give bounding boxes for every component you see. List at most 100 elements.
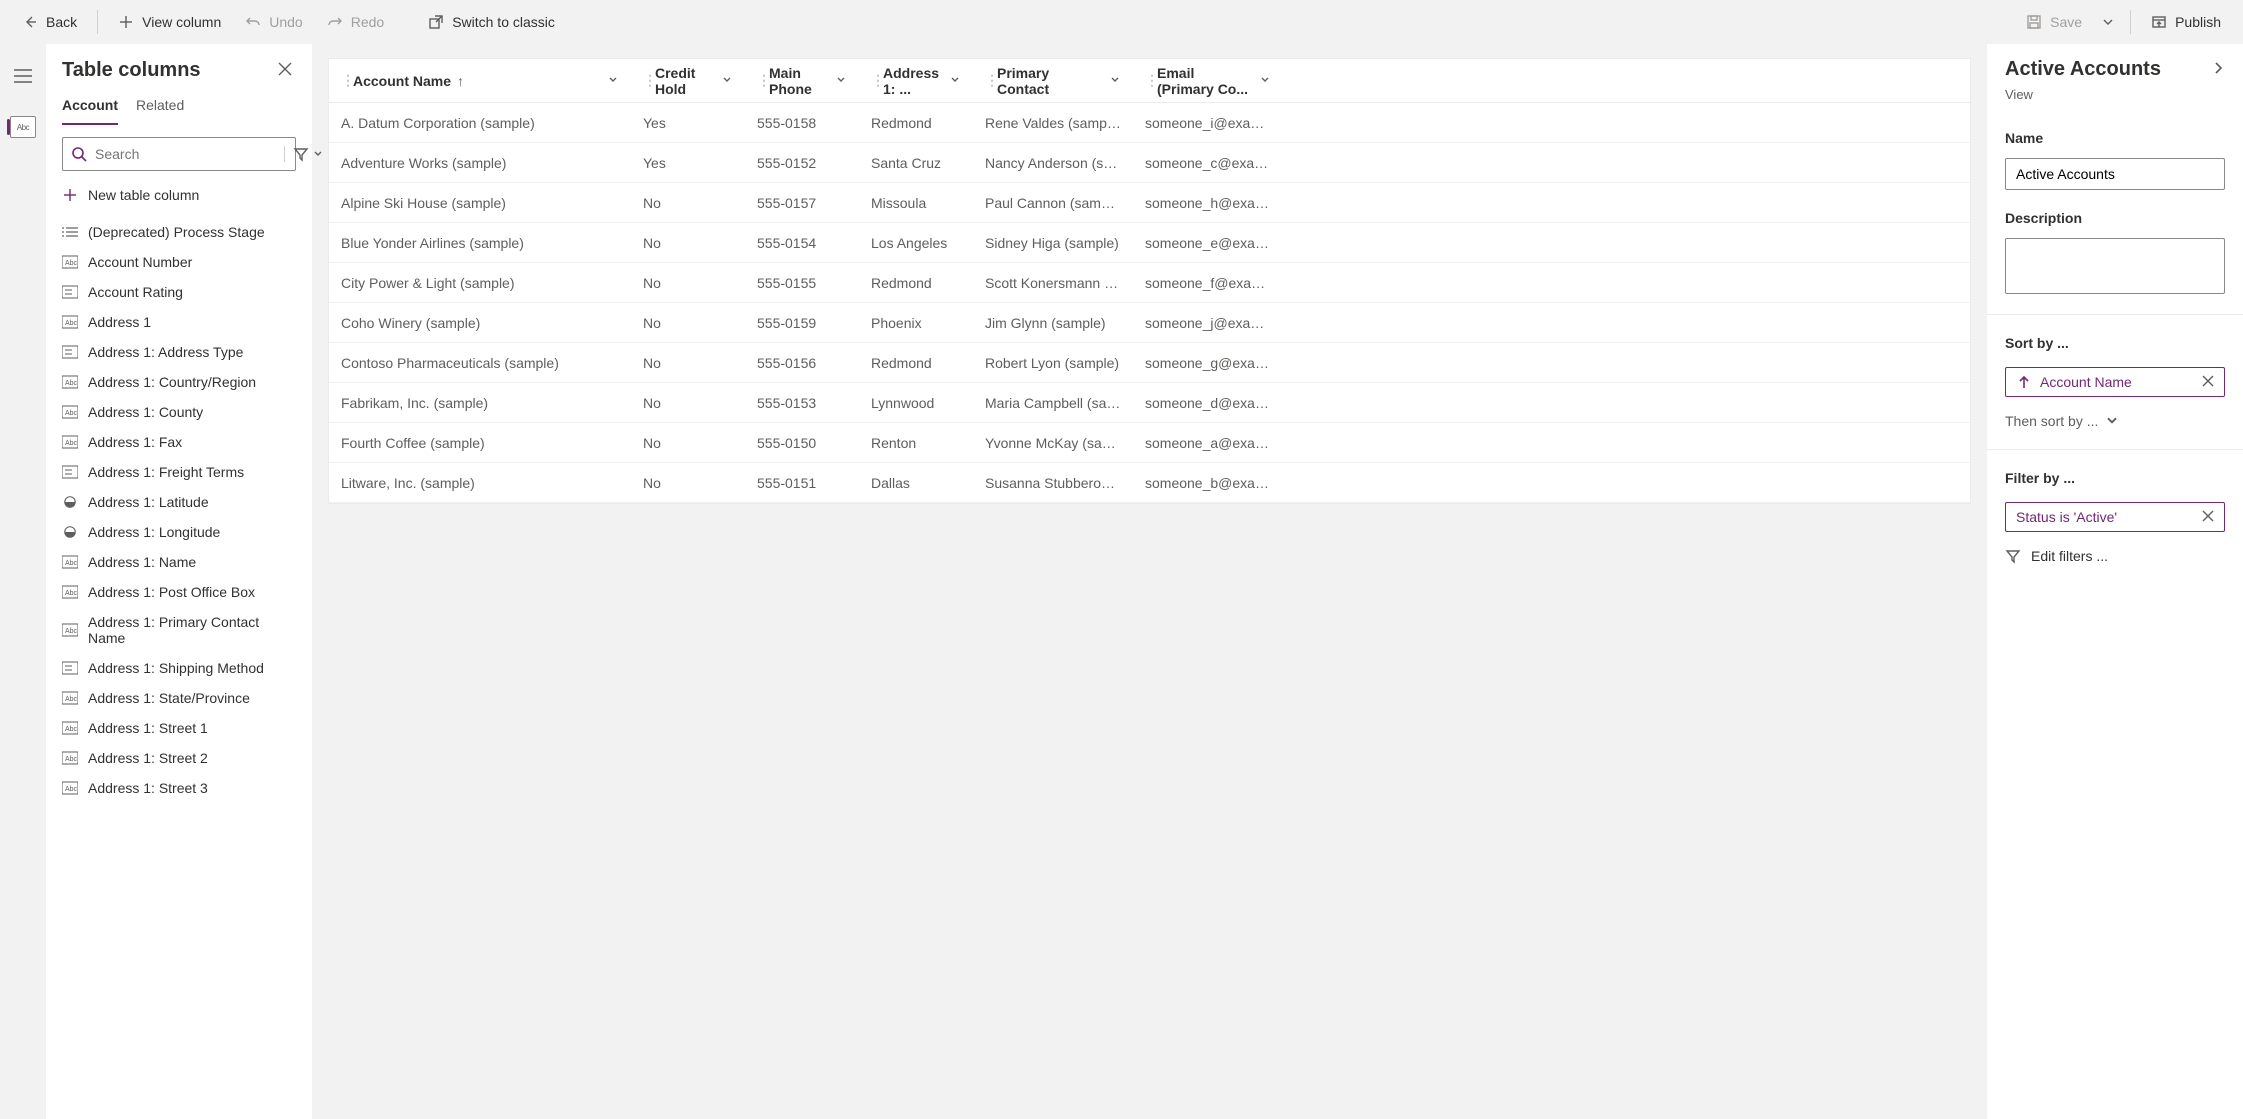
field-item[interactable]: AbcAddress 1: Fax	[46, 427, 312, 457]
field-item[interactable]: AbcAddress 1: Street 3	[46, 773, 312, 803]
description-input[interactable]	[2005, 238, 2225, 294]
table-cell: Santa Cruz	[859, 155, 973, 171]
drag-handle-icon: ⋮	[643, 72, 647, 89]
drag-handle-icon: ⋮	[757, 72, 761, 89]
new-table-column-button[interactable]: New table column	[46, 179, 312, 213]
then-sort-label: Then sort by ...	[2005, 413, 2098, 429]
field-item[interactable]: AbcAddress 1: Country/Region	[46, 367, 312, 397]
table-row[interactable]: Contoso Pharmaceuticals (sample)No555-01…	[329, 343, 1970, 383]
then-sort-button[interactable]: Then sort by ...	[2005, 413, 2225, 429]
filter-chip[interactable]: Status is 'Active'	[2005, 502, 2225, 532]
field-label: Address 1: Latitude	[88, 494, 209, 510]
expand-panel-button[interactable]	[2211, 61, 2225, 78]
edit-filters-label: Edit filters ...	[2031, 548, 2108, 564]
field-item[interactable]: AbcAddress 1: Primary Contact Name	[46, 607, 312, 653]
switch-classic-button[interactable]: Switch to classic	[418, 8, 565, 36]
table-cell: someone_d@example.com	[1133, 395, 1283, 411]
table-cell: Missoula	[859, 195, 973, 211]
column-header[interactable]: ⋮Account Name↑	[329, 59, 631, 102]
undo-button[interactable]: Undo	[235, 8, 312, 36]
table-row[interactable]: Fourth Coffee (sample)No555-0150RentonYv…	[329, 423, 1970, 463]
field-item[interactable]: Account Rating	[46, 277, 312, 307]
table-cell: Redmond	[859, 115, 973, 131]
back-button[interactable]: Back	[12, 8, 87, 36]
field-item[interactable]: (Deprecated) Process Stage	[46, 217, 312, 247]
field-item[interactable]: AbcAddress 1: State/Province	[46, 683, 312, 713]
close-panel-button[interactable]	[274, 58, 296, 83]
column-header[interactable]: ⋮Email (Primary Co...	[1133, 59, 1283, 102]
publish-button[interactable]: Publish	[2141, 8, 2231, 36]
filter-by-label: Filter by ...	[2005, 470, 2225, 486]
tab-account[interactable]: Account	[62, 97, 118, 125]
hamburger-menu-button[interactable]	[7, 60, 39, 92]
table-cell: someone_g@example.com	[1133, 355, 1283, 371]
new-column-label: New table column	[88, 187, 199, 203]
column-header[interactable]: ⋮Credit Hold	[631, 59, 745, 102]
remove-sort-button[interactable]	[2202, 374, 2214, 390]
field-item[interactable]: Address 1: Latitude	[46, 487, 312, 517]
svg-text:Abc: Abc	[65, 726, 78, 733]
rail-item-abc[interactable]: Abc	[10, 116, 36, 138]
field-label: Address 1: Country/Region	[88, 374, 256, 390]
table-cell: Coho Winery (sample)	[329, 315, 631, 331]
table-cell: Yvonne McKay (sample)	[973, 435, 1133, 451]
table-cell: Los Angeles	[859, 235, 973, 251]
field-item[interactable]: AbcAccount Number	[46, 247, 312, 277]
field-item[interactable]: Address 1: Shipping Method	[46, 653, 312, 683]
field-label: (Deprecated) Process Stage	[88, 224, 265, 240]
table-cell: Phoenix	[859, 315, 973, 331]
view-subtitle: View	[2005, 87, 2225, 102]
remove-filter-button[interactable]	[2202, 509, 2214, 525]
abc-icon: Abc	[17, 123, 29, 132]
table-cell: Rene Valdes (sample)	[973, 115, 1133, 131]
field-list: (Deprecated) Process StageAbcAccount Num…	[46, 213, 312, 1119]
table-cell: 555-0157	[745, 195, 859, 211]
table-row[interactable]: Adventure Works (sample)Yes555-0152Santa…	[329, 143, 1970, 183]
table-cell: Sidney Higa (sample)	[973, 235, 1133, 251]
field-item[interactable]: AbcAddress 1: Street 1	[46, 713, 312, 743]
table-row[interactable]: Alpine Ski House (sample)No555-0157Misso…	[329, 183, 1970, 223]
column-header[interactable]: ⋮Main Phone	[745, 59, 859, 102]
table-cell: A. Datum Corporation (sample)	[329, 115, 631, 131]
table-row[interactable]: Litware, Inc. (sample)No555-0151DallasSu…	[329, 463, 1970, 503]
table-columns-panel: Table columns Account Related New table …	[46, 44, 312, 1119]
name-input[interactable]	[2005, 158, 2225, 190]
tab-related[interactable]: Related	[136, 97, 184, 125]
field-item[interactable]: AbcAddress 1: County	[46, 397, 312, 427]
top-toolbar: Back View column Undo Redo Switch to cla…	[0, 0, 2243, 44]
table-row[interactable]: City Power & Light (sample)No555-0155Red…	[329, 263, 1970, 303]
toolbar-separator	[2130, 10, 2131, 34]
grid-body: A. Datum Corporation (sample)Yes555-0158…	[329, 103, 1970, 503]
chevron-down-icon	[1259, 73, 1271, 89]
field-item[interactable]: AbcAddress 1: Post Office Box	[46, 577, 312, 607]
save-button[interactable]: Save	[2016, 8, 2092, 36]
field-label: Account Number	[88, 254, 192, 270]
column-label: Primary Contact	[997, 65, 1103, 97]
field-item[interactable]: AbcAddress 1: Name	[46, 547, 312, 577]
save-dropdown-button[interactable]	[2096, 8, 2120, 36]
svg-text:Abc: Abc	[65, 756, 78, 763]
table-row[interactable]: Blue Yonder Airlines (sample)No555-0154L…	[329, 223, 1970, 263]
field-label: Address 1: Shipping Method	[88, 660, 264, 676]
field-item[interactable]: AbcAddress 1	[46, 307, 312, 337]
column-header[interactable]: ⋮Primary Contact	[973, 59, 1133, 102]
field-item[interactable]: Address 1: Longitude	[46, 517, 312, 547]
redo-button[interactable]: Redo	[317, 8, 394, 36]
column-header[interactable]: ⋮Address 1: ...	[859, 59, 973, 102]
table-cell: someone_a@example.com	[1133, 435, 1283, 451]
search-input[interactable]	[95, 146, 276, 162]
edit-filters-button[interactable]: Edit filters ...	[2005, 548, 2225, 564]
field-item[interactable]: Address 1: Freight Terms	[46, 457, 312, 487]
table-row[interactable]: A. Datum Corporation (sample)Yes555-0158…	[329, 103, 1970, 143]
chevron-down-icon	[1109, 73, 1121, 89]
field-item[interactable]: AbcAddress 1: Street 2	[46, 743, 312, 773]
view-column-button[interactable]: View column	[108, 8, 231, 36]
chevron-down-icon	[835, 73, 847, 89]
field-item[interactable]: Address 1: Address Type	[46, 337, 312, 367]
svg-text:Abc: Abc	[65, 628, 78, 635]
svg-text:Abc: Abc	[65, 560, 78, 567]
data-grid: ⋮Account Name↑⋮Credit Hold⋮Main Phone⋮Ad…	[328, 58, 1971, 504]
table-row[interactable]: Coho Winery (sample)No555-0159PhoenixJim…	[329, 303, 1970, 343]
sort-chip[interactable]: Account Name	[2005, 367, 2225, 397]
table-row[interactable]: Fabrikam, Inc. (sample)No555-0153Lynnwoo…	[329, 383, 1970, 423]
